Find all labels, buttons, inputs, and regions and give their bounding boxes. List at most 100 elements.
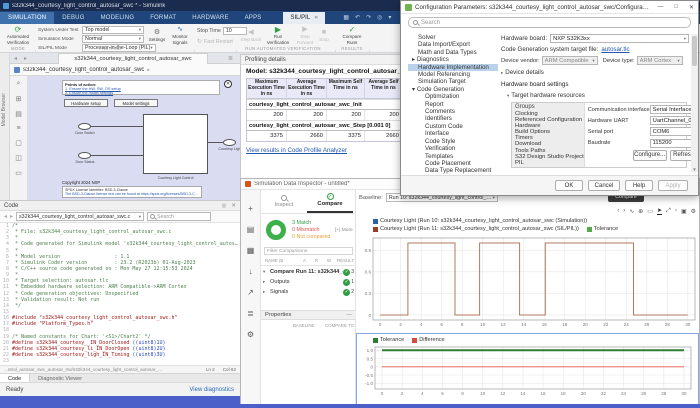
col-result[interactable]: RESULT bbox=[337, 258, 354, 263]
annotation-icon[interactable]: ▤ bbox=[15, 110, 22, 118]
tab-compare[interactable]: ✓ Compare bbox=[307, 190, 353, 213]
close-notice-icon[interactable]: ✕ bbox=[224, 80, 232, 88]
ribbon-tab-debug[interactable]: DEBUG bbox=[54, 12, 92, 24]
notice-line2[interactable]: 2. Ensure the model settings bbox=[65, 91, 217, 95]
fit-view-icon[interactable]: ▭ bbox=[647, 208, 653, 215]
code-file-dropdown[interactable]: s32k344_courtesy_light_control_autosar_s… bbox=[16, 212, 144, 221]
outport-courtesy-light[interactable] bbox=[223, 139, 236, 146]
legend-item[interactable]: Courtesy Light (Run 11: s32k344_courtesy… bbox=[373, 226, 579, 232]
compare-table-row[interactable]: ▸Outputs✓1 bbox=[261, 277, 356, 287]
maximize-icon[interactable]: □ bbox=[674, 4, 678, 10]
layout-icon[interactable]: ▫ bbox=[675, 208, 677, 214]
target-file-link[interactable]: autosar.tlc bbox=[601, 46, 629, 53]
compare-runs-button[interactable]: ✓ Compare Runs bbox=[338, 25, 366, 46]
tolerance-chart[interactable]: 0246810121416182022242628301.00.50-0.5-1… bbox=[359, 343, 695, 399]
target-resources-expander[interactable]: ▾ Target hardware resources bbox=[507, 92, 689, 99]
comparison-chart[interactable]: 02468101214161820222426283000.30.60.9 bbox=[357, 235, 699, 331]
minimize-ribbon-icon[interactable]: ▾ bbox=[388, 14, 391, 21]
device-details-expander[interactable]: ▸ Device details bbox=[501, 69, 689, 76]
tree-item-interface[interactable]: Interface bbox=[408, 130, 498, 137]
code-forward-icon[interactable]: ▸ bbox=[10, 213, 13, 220]
view-diagnostics-link[interactable]: View diagnostics bbox=[189, 387, 234, 393]
run-verification-button[interactable]: ▶ Run Verification bbox=[264, 25, 292, 46]
compare-table-row[interactable]: ▾Compare Run 11: s32k344_cour✓3 bbox=[261, 267, 356, 277]
ribbon-tab-hardware[interactable]: HARDWARE bbox=[184, 12, 236, 24]
close-icon[interactable]: ✕ bbox=[689, 4, 694, 11]
chart-settings-icon[interactable]: ⚙ bbox=[691, 208, 696, 215]
dock-icon[interactable]: ◎ bbox=[222, 203, 227, 209]
config-search-box[interactable]: Search bbox=[408, 17, 691, 28]
group-item-s32-design-studio-project[interactable]: S32 Design Studio Project bbox=[512, 154, 584, 160]
model-canvas[interactable]: Points of action: 1. Ensure the HW, SW, … bbox=[28, 76, 240, 200]
tree-item-hardware-implementation[interactable]: Hardware Implementation bbox=[408, 64, 498, 71]
signal-style-icon[interactable]: ∿ bbox=[629, 208, 634, 215]
filter-comparisons-input[interactable]: Filter Comparisons bbox=[264, 247, 353, 255]
col-name[interactable]: NAME (B bbox=[265, 258, 283, 263]
wire-inport2[interactable] bbox=[91, 155, 143, 156]
expand-icon[interactable]: ⤢ bbox=[666, 208, 671, 215]
save-icon[interactable]: ▦ bbox=[343, 14, 349, 21]
zoom-icon[interactable]: ⊕ bbox=[638, 208, 643, 215]
subsystem-block[interactable] bbox=[143, 114, 208, 174]
step-forward-button[interactable]: ▶ Step Forward bbox=[294, 25, 316, 46]
tree-item-verification[interactable]: Verification bbox=[408, 145, 498, 152]
tree-item-optimization[interactable]: Optimization bbox=[408, 93, 498, 100]
scroll-thumb[interactable] bbox=[692, 36, 697, 66]
config-titlebar[interactable]: Configuration Parameters: s32k344_courte… bbox=[401, 1, 698, 14]
close-code-icon[interactable]: ✕ bbox=[231, 203, 236, 209]
model-settings-button[interactable]: Model settings bbox=[114, 99, 158, 107]
tab-silpil[interactable]: SIL/PIL ✕ bbox=[283, 12, 325, 24]
device-type-select[interactable]: ARM Cortex▾ bbox=[637, 56, 683, 65]
tree-item-diagnostics[interactable]: ▸ Diagnostics bbox=[408, 56, 498, 63]
monitor-signals-button[interactable]: ∿ Monitor Signals bbox=[168, 25, 192, 46]
tree-item-data-type-replacement[interactable]: Data Type Replacement bbox=[408, 167, 498, 174]
close-tab-icon[interactable]: ✕ bbox=[314, 15, 318, 21]
step-back-button[interactable]: ◀ Step Back bbox=[240, 25, 262, 46]
tree-item-model-referencing[interactable]: Model Referencing bbox=[408, 71, 498, 78]
col-rel-tol[interactable]: R bbox=[315, 258, 318, 263]
col-abs-tol[interactable]: A bbox=[303, 258, 306, 263]
subsystem-icon[interactable]: ◫ bbox=[15, 154, 22, 162]
undo-icon[interactable]: ↶ bbox=[355, 14, 360, 21]
tree-item-math-and-data-types[interactable]: Math and Data Types bbox=[408, 49, 498, 56]
stop-button[interactable]: ■ Stop bbox=[316, 25, 332, 46]
collapse-icon[interactable]: — bbox=[347, 312, 353, 318]
compare-table-row[interactable]: ▸Signals✓2 bbox=[261, 287, 356, 297]
wire-inport1[interactable] bbox=[91, 126, 143, 127]
tab-inspect[interactable]: Inspect bbox=[261, 190, 307, 213]
tree-item-identifiers[interactable]: Identifiers bbox=[408, 115, 498, 122]
breadcrumb[interactable]: s32k344_courtesy_light_control_autosar_s… bbox=[10, 64, 240, 76]
viewer-icon[interactable]: ▭ bbox=[15, 169, 22, 177]
ok-button[interactable]: OK bbox=[555, 180, 583, 191]
tree-item-code-placement[interactable]: Code Placement bbox=[408, 160, 498, 167]
folder-icon[interactable]: ▤ bbox=[247, 225, 255, 235]
help-icon[interactable]: ◎ bbox=[377, 14, 382, 21]
document-tab[interactable]: s32k344_courtesy_light_control_autosar_s… bbox=[58, 53, 208, 64]
report-icon[interactable]: ≣ bbox=[247, 309, 254, 319]
device-vendor-select[interactable]: ARM Compatible▾ bbox=[542, 56, 598, 65]
scroll-down-icon[interactable]: ▼ bbox=[691, 167, 698, 172]
tree-item-report[interactable]: Report bbox=[408, 101, 498, 108]
redo-icon[interactable]: ↷ bbox=[366, 14, 371, 21]
more-link[interactable]: [+] More bbox=[335, 228, 353, 233]
apply-button[interactable]: Apply bbox=[658, 180, 688, 191]
configure-button[interactable]: Configure... bbox=[633, 150, 667, 161]
ribbon-tab-apps[interactable]: APPS bbox=[237, 12, 270, 24]
tree-item-simulation-target[interactable]: Simulation Target bbox=[408, 78, 498, 85]
doc-forward-icon[interactable]: ▸ bbox=[24, 55, 27, 62]
code-back-icon[interactable]: ◂ bbox=[4, 213, 7, 220]
add-icon[interactable]: + bbox=[248, 204, 253, 214]
export-icon[interactable]: ↗ bbox=[247, 288, 254, 298]
doc-menu-icon[interactable]: ≣ bbox=[228, 55, 233, 62]
legend-item[interactable]: Tolerance bbox=[587, 226, 618, 232]
inport-door-switch[interactable] bbox=[78, 123, 91, 130]
inport-door-status[interactable] bbox=[78, 152, 91, 159]
library-browser-icon[interactable]: ⊞ bbox=[16, 95, 22, 103]
tree-item-custom-code[interactable]: Custom Code bbox=[408, 123, 498, 130]
cancel-button[interactable]: Cancel bbox=[588, 180, 620, 191]
tree-item-code-generation[interactable]: ▾ Code Generation bbox=[408, 86, 498, 93]
tree-item-templates[interactable]: Templates bbox=[408, 153, 498, 160]
automated-verification-button[interactable]: ⟳ Automated Verification bbox=[3, 25, 33, 46]
wire-outport[interactable] bbox=[208, 142, 223, 143]
ribbon-tab-simulation[interactable]: SIMULATION bbox=[0, 12, 54, 24]
